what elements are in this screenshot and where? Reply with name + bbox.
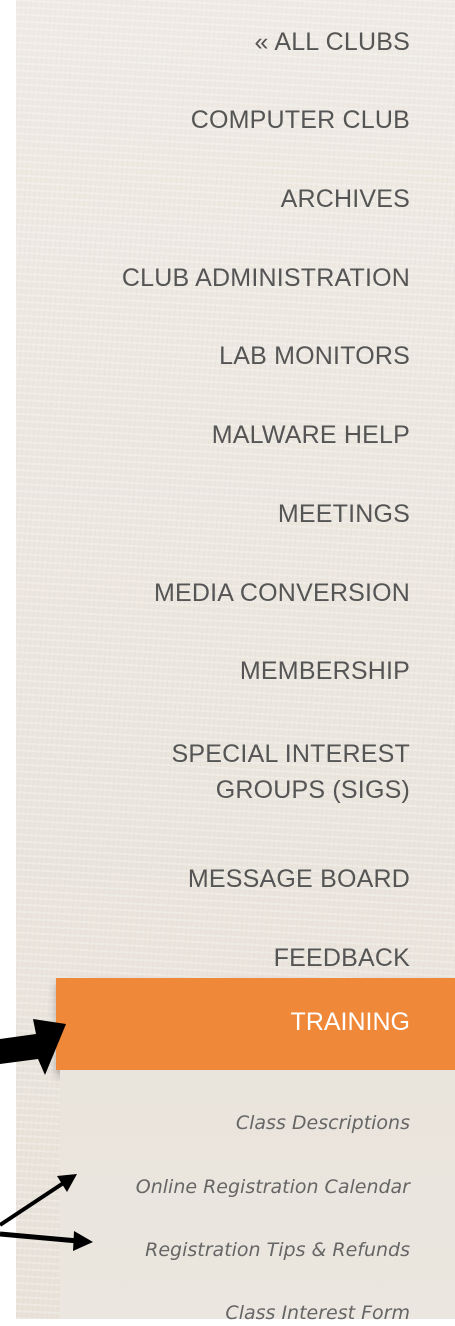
nav-item-malware-help[interactable]: MALWARE HELP <box>212 417 410 453</box>
nav-item-computer-club[interactable]: COMPUTER CLUB <box>191 102 410 138</box>
nav-item-special-interest-groups[interactable]: SPECIAL INTEREST GROUPS (SIGS) <box>130 736 410 808</box>
training-submenu: Class Descriptions Online Registration C… <box>60 1070 455 1324</box>
submenu-item-online-registration-calendar[interactable]: Online Registration Calendar <box>136 1174 410 1200</box>
nav-item-all-clubs[interactable]: « ALL CLUBS <box>254 24 410 60</box>
nav-item-meetings[interactable]: MEETINGS <box>278 496 410 532</box>
submenu-item-registration-tips-refunds[interactable]: Registration Tips & Refunds <box>145 1237 410 1263</box>
nav-item-club-administration[interactable]: CLUB ADMINISTRATION <box>122 260 410 296</box>
nav-item-message-board[interactable]: MESSAGE BOARD <box>188 861 410 897</box>
nav-item-media-conversion[interactable]: MEDIA CONVERSION <box>154 575 410 611</box>
nav-item-training-active[interactable]: TRAINING <box>56 978 455 1070</box>
nav-item-training-label: TRAINING <box>290 1008 410 1036</box>
nav-item-lab-monitors[interactable]: LAB MONITORS <box>219 338 410 374</box>
submenu-item-class-interest-form[interactable]: Class Interest Form <box>225 1300 410 1326</box>
nav-item-archives[interactable]: ARCHIVES <box>281 181 410 217</box>
submenu-item-class-descriptions[interactable]: Class Descriptions <box>236 1110 410 1136</box>
nav-item-feedback[interactable]: FEEDBACK <box>274 940 410 976</box>
nav-item-membership[interactable]: MEMBERSHIP <box>240 653 410 689</box>
